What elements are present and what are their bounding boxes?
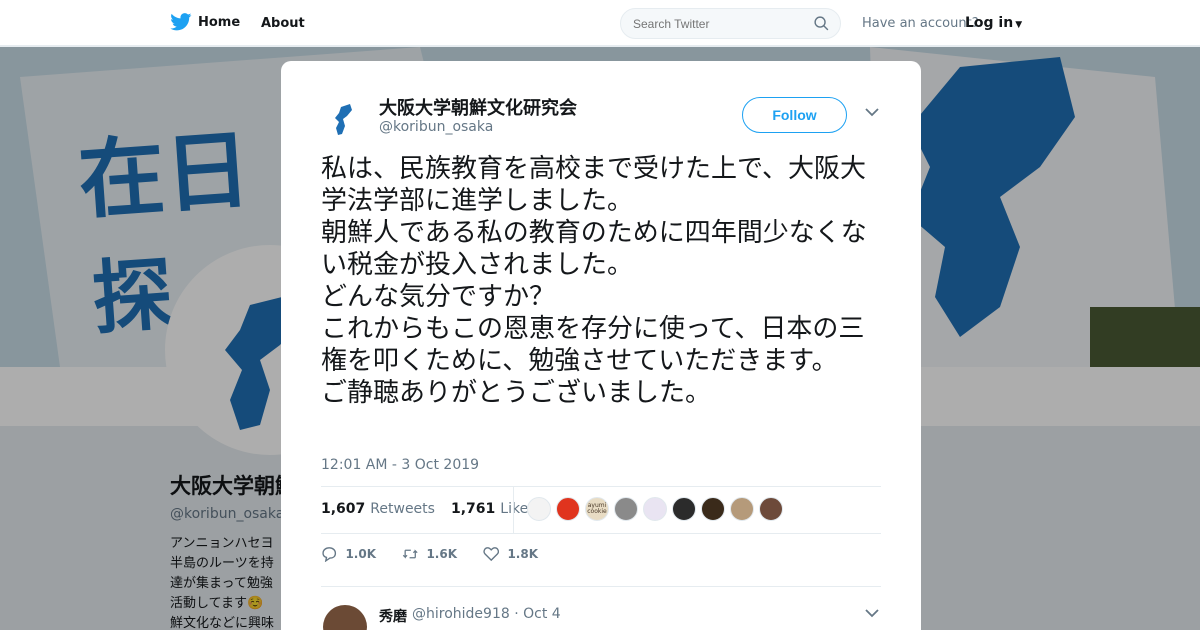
login-link[interactable]: Log in ▼: [965, 15, 1022, 31]
nav-home-link[interactable]: Home: [170, 13, 240, 31]
likes-count[interactable]: 1,761: [451, 501, 495, 517]
liker-avatar[interactable]: [614, 497, 638, 521]
korea-map-icon: [335, 104, 352, 135]
twitter-bird-icon: [170, 13, 192, 31]
tweet-timestamp[interactable]: 12:01 AM - 3 Oct 2019: [321, 457, 479, 473]
nav-about-link[interactable]: About: [261, 16, 305, 31]
tweet-stats: 1,607 Retweets 1,761 Likes: [321, 501, 551, 517]
tweet-actions: 1.0K 1.6K 1.8K: [321, 546, 538, 562]
tweet-modal: 大阪大学朝鮮文化研究会 @koribun_osaka Follow 私は、民族教…: [281, 61, 921, 630]
divider: [321, 533, 881, 534]
heart-icon: [483, 547, 500, 562]
account-prompt: Have an account?: [862, 16, 979, 31]
liker-avatar[interactable]: [701, 497, 725, 521]
liker-avatar[interactable]: [672, 497, 696, 521]
chevron-down-icon[interactable]: [865, 608, 879, 618]
search-icon[interactable]: [813, 15, 830, 32]
like-count: 1.8K: [507, 547, 538, 561]
tweet-text: 私は、民族教育を高校まで受けた上で、大阪大学法学部に進学しました。 朝鮮人である…: [321, 154, 867, 408]
chevron-down-icon: ▼: [1015, 20, 1023, 30]
close-icon[interactable]: ✕: [1153, 8, 1178, 38]
retweets-label[interactable]: Retweets: [370, 501, 435, 517]
liker-avatar[interactable]: [527, 497, 551, 521]
stats-separator: [513, 487, 514, 533]
top-nav-bar: Home About Have an account? Log in▼: [0, 0, 1200, 46]
retweets-count[interactable]: 1,607: [321, 501, 365, 517]
reply-count: 1.0K: [345, 547, 376, 561]
liker-avatar[interactable]: ayumi cookie: [585, 497, 609, 521]
nav-home-label: Home: [198, 14, 241, 30]
liker-avatars: ayumi cookie: [527, 497, 783, 521]
liker-avatar[interactable]: [730, 497, 754, 521]
reply-action[interactable]: 1.0K: [321, 546, 376, 562]
search-input[interactable]: [633, 16, 803, 31]
follow-button[interactable]: Follow: [742, 97, 847, 133]
tweet-author-handle[interactable]: @koribun_osaka: [379, 119, 493, 135]
divider: [321, 586, 881, 587]
reply-author-avatar[interactable]: [323, 605, 367, 630]
like-action[interactable]: 1.8K: [483, 546, 538, 562]
search-box: [620, 8, 841, 39]
liker-avatar[interactable]: [759, 497, 783, 521]
retweet-count: 1.6K: [426, 547, 457, 561]
reply-icon: [322, 547, 337, 562]
liker-avatar[interactable]: [556, 497, 580, 521]
retweet-icon: [402, 549, 418, 559]
reply-author-name[interactable]: 秀磨: [379, 606, 407, 626]
chevron-down-icon[interactable]: [865, 107, 879, 117]
tweet-author-name[interactable]: 大阪大学朝鮮文化研究会: [379, 94, 577, 120]
login-label: Log in: [965, 15, 1014, 31]
retweet-action[interactable]: 1.6K: [402, 546, 457, 562]
tweet-author-avatar[interactable]: [321, 95, 369, 143]
liker-avatar[interactable]: [643, 497, 667, 521]
divider: [321, 486, 881, 487]
reply-author-handle[interactable]: @hirohide918 · Oct 4: [412, 606, 561, 622]
